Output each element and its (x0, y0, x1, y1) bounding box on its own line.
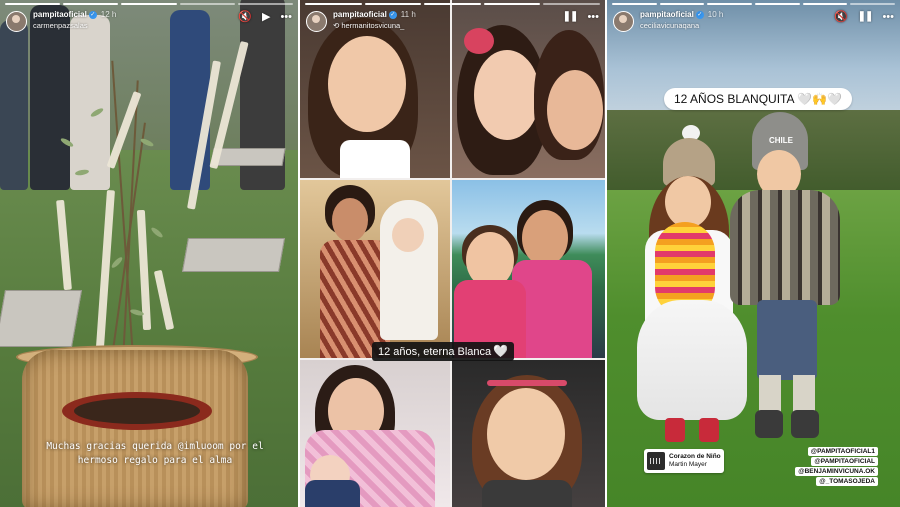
more-dots-icon[interactable]: ••• (280, 9, 292, 25)
photo-tile (452, 180, 605, 358)
white-heart-icon: 🤍 (493, 344, 509, 358)
speaker-muted-icon[interactable]: 🔇 (834, 9, 848, 25)
story-progress (612, 3, 896, 5)
sub-user[interactable]: carmenpazsalas (33, 21, 88, 30)
sub-user[interactable]: hermanitosvicuna_ (341, 21, 404, 30)
story-panel-3[interactable]: CHILE 12 AÑOS BLANQUITA 🤍🙌🤍 Corazon de N… (607, 0, 900, 507)
username[interactable]: pampitaoficial (33, 10, 87, 19)
more-dots-icon[interactable]: ••• (587, 9, 599, 25)
timestamp: 11 h (400, 10, 416, 19)
more-dots-icon[interactable]: ••• (882, 9, 894, 25)
photo-tile (452, 360, 605, 507)
mention-tag[interactable]: @PAMPITAOFICIAL1 (807, 447, 878, 456)
story-progress (305, 3, 600, 5)
mention-tag[interactable]: @_TOMASOJEDA (816, 477, 878, 486)
story-header: pampitaoficial ✓ 12 h carmenpazsalas 🔇 ▶ •… (6, 9, 292, 39)
avatar[interactable] (306, 11, 327, 32)
grave-plaque (182, 238, 285, 272)
avatar[interactable] (6, 11, 27, 32)
photo-tile (300, 180, 450, 358)
pause-icon[interactable]: ❚❚ (563, 9, 579, 25)
song-artist: Martin Mayer (669, 461, 707, 468)
verified-icon: ✓ (695, 10, 704, 19)
pause-icon[interactable]: ❚❚ (858, 9, 874, 25)
album-art-icon (647, 452, 665, 470)
grave-plaque (0, 290, 83, 347)
verified-icon: ✓ (388, 10, 397, 19)
pot-soil (74, 398, 200, 424)
music-sticker[interactable]: Corazon de Niño Martin Mayer (644, 449, 724, 473)
mention-tag[interactable]: @PAMPITAOFICIAL (811, 457, 878, 466)
mention-stickers: @PAMPITAOFICIAL1 @PAMPITAOFICIAL @BENJAM… (795, 447, 878, 486)
story-progress (5, 3, 294, 5)
username[interactable]: pampitaoficial (333, 10, 387, 19)
story-caption: 12 años, eterna Blanca 🤍 (372, 342, 515, 361)
verified-icon: ✓ (88, 10, 97, 19)
mention-tag[interactable]: @BENJAMINVICUNA.OK (795, 467, 878, 476)
story-panel-2[interactable]: 12 años, eterna Blanca 🤍 pampitaoficial ✓ 1… (300, 0, 605, 507)
heart-hands-icon: 🤍🙌🤍 (797, 92, 842, 106)
story-header: pampitaoficial ✓ 11 h ⟲ hermanitosvicuna_ … (306, 9, 599, 39)
play-icon[interactable]: ▶ (262, 9, 270, 25)
sub-user[interactable]: ceciliavicunaqana (640, 21, 699, 30)
story-header: pampitaoficial ✓ 10 h ceciliavicunaqana 🔇 … (613, 9, 894, 39)
username[interactable]: pampitaoficial (640, 10, 694, 19)
timestamp: 10 h (707, 10, 724, 19)
speaker-muted-icon[interactable]: 🔇 (238, 9, 252, 25)
photo-tile (300, 360, 450, 507)
avatar[interactable] (613, 11, 634, 32)
timestamp: 12 h (100, 10, 117, 19)
story-caption: 12 AÑOS BLANQUITA 🤍🙌🤍 (664, 88, 852, 110)
story-caption: Muchas gracias querida @imluoom por el h… (46, 441, 264, 466)
story-panel-1[interactable]: Muchas gracias querida @imluoom por el h… (0, 0, 298, 507)
song-title: Corazon de Niño (669, 453, 721, 460)
